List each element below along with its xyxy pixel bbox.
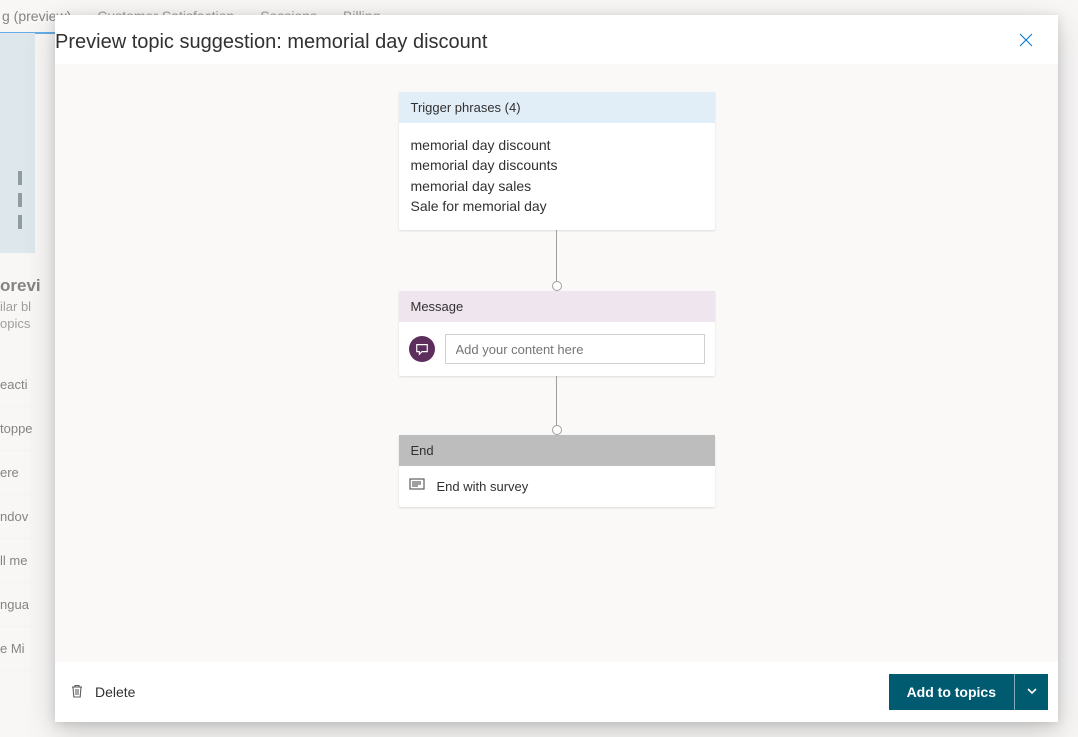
trigger-phrase-list: memorial day discount memorial day disco… xyxy=(399,123,715,230)
survey-icon xyxy=(409,478,425,495)
trigger-phrase: memorial day sales xyxy=(411,176,703,196)
connector-1 xyxy=(552,230,562,291)
connector-dot xyxy=(552,425,562,435)
message-card-header: Message xyxy=(399,291,715,322)
close-button[interactable] xyxy=(1016,33,1036,53)
connector-dot xyxy=(552,281,562,291)
dialog-footer: Delete Add to topics xyxy=(55,662,1058,722)
trigger-card-header: Trigger phrases (4) xyxy=(399,92,715,123)
chevron-down-icon xyxy=(1026,684,1038,700)
trigger-phrase: memorial day discount xyxy=(411,135,703,155)
delete-button[interactable]: Delete xyxy=(67,677,137,708)
end-option-label: End with survey xyxy=(437,479,529,494)
connector-2 xyxy=(552,376,562,435)
close-icon xyxy=(1019,33,1033,52)
dialog-body: Trigger phrases (4) memorial day discoun… xyxy=(55,64,1058,662)
end-card-header: End xyxy=(399,435,715,466)
add-to-topics-split-button: Add to topics xyxy=(889,674,1048,710)
add-to-topics-button[interactable]: Add to topics xyxy=(889,674,1014,710)
end-card: End End with survey xyxy=(399,435,715,507)
dialog-title: Preview topic suggestion: memorial day d… xyxy=(55,31,487,54)
trigger-phrases-card: Trigger phrases (4) memorial day discoun… xyxy=(399,92,715,230)
preview-topic-dialog: Preview topic suggestion: memorial day d… xyxy=(55,15,1058,722)
message-card: Message xyxy=(399,291,715,376)
trigger-phrase: Sale for memorial day xyxy=(411,196,703,216)
message-content-input[interactable] xyxy=(445,334,705,364)
delete-label: Delete xyxy=(95,684,135,700)
trash-icon xyxy=(69,683,85,702)
add-to-topics-menu-button[interactable] xyxy=(1014,674,1048,710)
message-icon xyxy=(409,336,435,362)
trigger-phrase: memorial day discounts xyxy=(411,155,703,175)
